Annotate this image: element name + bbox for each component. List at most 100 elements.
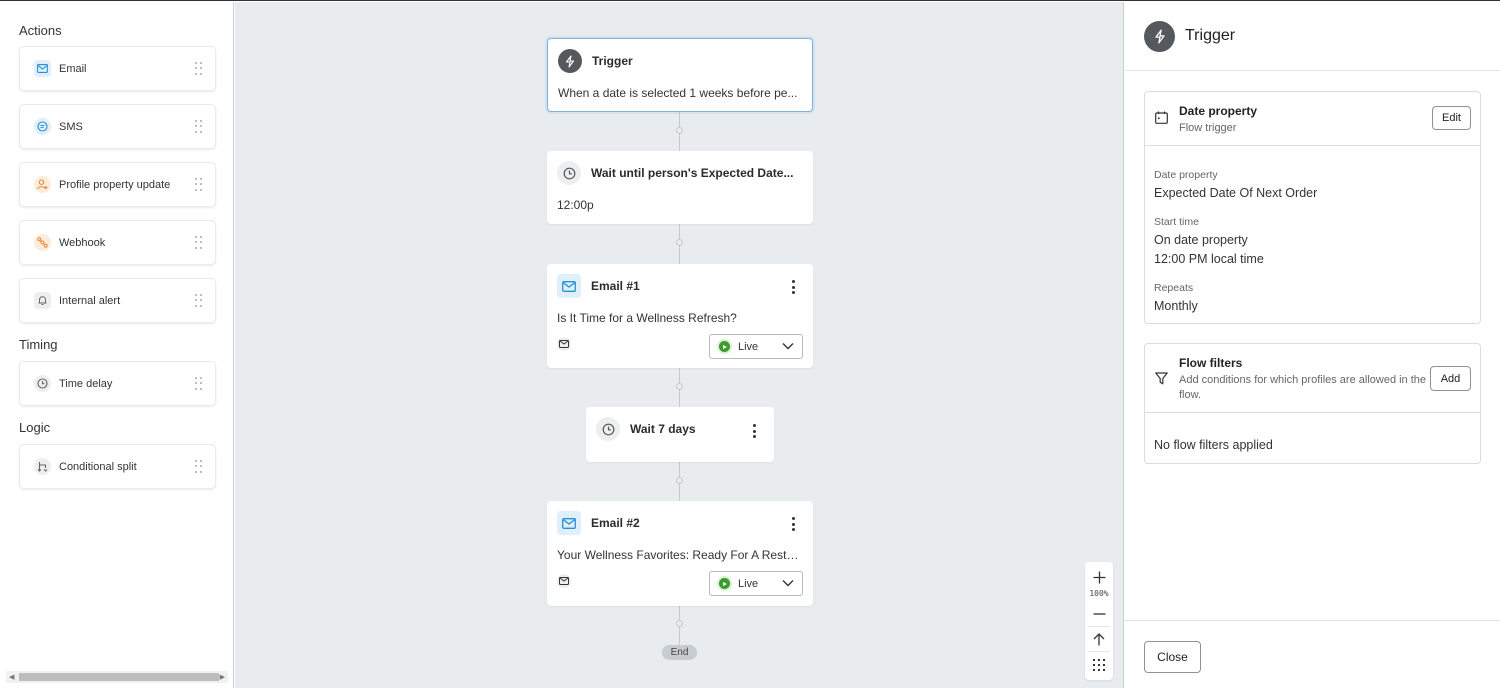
email-node-1[interactable]: Email #1 Is It Time for a Wellness Refre… (547, 264, 813, 368)
clock-icon (34, 375, 51, 392)
more-options-icon[interactable] (791, 517, 795, 531)
live-status-icon (719, 578, 730, 589)
zoom-in-button[interactable] (1085, 567, 1113, 587)
more-options-icon[interactable] (791, 280, 795, 294)
drag-handle-icon[interactable] (195, 120, 203, 134)
panel-footer: Close (1125, 620, 1500, 688)
email-node-2[interactable]: Email #2 Your Wellness Favorites: Ready … (547, 501, 813, 606)
status-label: Live (738, 577, 759, 590)
zoom-level: 100% (1089, 589, 1109, 598)
status-dropdown[interactable]: Live (709, 334, 803, 359)
zoom-controls: 100% (1085, 562, 1113, 680)
field-label-date-property: Date property (1154, 169, 1218, 181)
email-check-icon (557, 337, 571, 351)
minimap-button[interactable] (1085, 655, 1113, 675)
trigger-settings-card: Date property Flow trigger Edit Date pro… (1144, 91, 1481, 324)
filter-icon (1155, 372, 1168, 385)
action-label: Time delay (59, 377, 113, 390)
drag-handle-icon[interactable] (195, 62, 203, 76)
arrow-up-icon (1093, 632, 1105, 645)
node-subtitle: Your Wellness Favorites: Ready For A Res… (557, 548, 803, 562)
action-card-email[interactable]: Email (19, 46, 216, 91)
flow-canvas[interactable]: Trigger When a date is selected 1 weeks … (235, 2, 1124, 688)
close-button[interactable]: Close (1144, 641, 1201, 673)
live-status-icon (719, 341, 730, 352)
add-step-point[interactable] (676, 239, 683, 246)
node-header: Email #1 (557, 274, 640, 298)
lightning-icon (558, 49, 582, 73)
end-marker: End (662, 645, 697, 660)
action-label: Email (59, 62, 87, 75)
panel-title: Trigger (1185, 27, 1236, 44)
email-icon (557, 274, 581, 298)
action-card-profile-property-update[interactable]: Profile property update (19, 162, 216, 207)
email-icon (34, 60, 51, 77)
action-card-time-delay[interactable]: Time delay (19, 361, 216, 406)
status-label: Live (738, 340, 759, 353)
action-label: Webhook (59, 236, 106, 249)
edit-button[interactable]: Edit (1432, 106, 1471, 130)
sms-icon (34, 118, 51, 135)
drag-handle-icon[interactable] (195, 377, 203, 391)
node-subtitle: Is It Time for a Wellness Refresh? (557, 311, 737, 325)
webhook-icon (34, 234, 51, 251)
recenter-button[interactable] (1085, 629, 1113, 649)
empty-filters-text: No flow filters applied (1154, 438, 1273, 452)
card-title: Date property (1179, 104, 1258, 118)
more-options-icon[interactable] (752, 424, 756, 438)
drag-handle-icon[interactable] (195, 294, 203, 308)
email-icon (557, 511, 581, 535)
field-label-start-time: Start time (1154, 216, 1199, 228)
action-label: Profile property update (59, 178, 171, 191)
card-description: Add conditions for which profiles are al… (1179, 374, 1427, 401)
node-title: Wait until person's Expected Date... (591, 166, 794, 180)
field-value-repeats: Monthly (1154, 299, 1198, 313)
add-step-point[interactable] (676, 127, 683, 134)
plus-icon (1093, 571, 1105, 583)
add-step-point[interactable] (676, 383, 683, 390)
panel-header: Trigger (1125, 2, 1500, 71)
trigger-node[interactable]: Trigger When a date is selected 1 weeks … (547, 38, 813, 112)
time-delay-node[interactable]: Wait 7 days (586, 407, 774, 462)
email-check-icon (557, 574, 571, 588)
card-header: Date property Flow trigger Edit (1145, 92, 1480, 146)
action-label: SMS (59, 120, 83, 133)
actions-sidebar: Actions Email SMS Profile property updat… (0, 2, 234, 688)
divider (1088, 651, 1110, 652)
divider (1088, 626, 1110, 627)
chevron-down-icon (782, 580, 794, 587)
grid-dots-icon (1093, 659, 1105, 671)
field-value-start-time: On date property (1154, 233, 1248, 247)
node-header: Email #2 (557, 511, 640, 535)
flow-filters-card: Flow filters Add conditions for which pr… (1144, 343, 1481, 464)
trigger-details-panel: Trigger Date property Flow trigger Edit … (1125, 2, 1500, 688)
scroll-right-icon[interactable]: ▶ (220, 673, 225, 681)
add-filter-button[interactable]: Add (1430, 366, 1471, 391)
horizontal-scrollbar[interactable]: ◀ ▶ (6, 671, 228, 683)
zoom-out-button[interactable] (1085, 604, 1113, 624)
clock-icon (557, 161, 581, 185)
action-label: Conditional split (59, 460, 137, 473)
status-dropdown[interactable]: Live (709, 571, 803, 596)
action-card-sms[interactable]: SMS (19, 104, 216, 149)
node-title: Email #1 (591, 279, 640, 293)
node-title: Wait 7 days (630, 422, 696, 436)
drag-handle-icon[interactable] (195, 236, 203, 250)
scroll-left-icon[interactable]: ◀ (9, 673, 14, 681)
action-card-webhook[interactable]: Webhook (19, 220, 216, 265)
scrollbar-thumb[interactable] (19, 673, 219, 681)
section-title-timing: Timing (19, 337, 58, 352)
node-header: Wait 7 days (596, 417, 696, 441)
action-card-conditional-split[interactable]: Conditional split (19, 444, 216, 489)
drag-handle-icon[interactable] (195, 460, 203, 474)
add-step-point[interactable] (676, 477, 683, 484)
drag-handle-icon[interactable] (195, 178, 203, 192)
wait-until-node[interactable]: Wait until person's Expected Date... 12:… (547, 151, 813, 224)
split-icon (34, 458, 51, 475)
profile-icon (34, 176, 51, 193)
field-label-repeats: Repeats (1154, 282, 1194, 294)
add-step-point[interactable] (676, 620, 683, 627)
action-card-internal-alert[interactable]: Internal alert (19, 278, 216, 323)
node-header: Trigger (558, 49, 633, 73)
clock-icon (596, 417, 620, 441)
